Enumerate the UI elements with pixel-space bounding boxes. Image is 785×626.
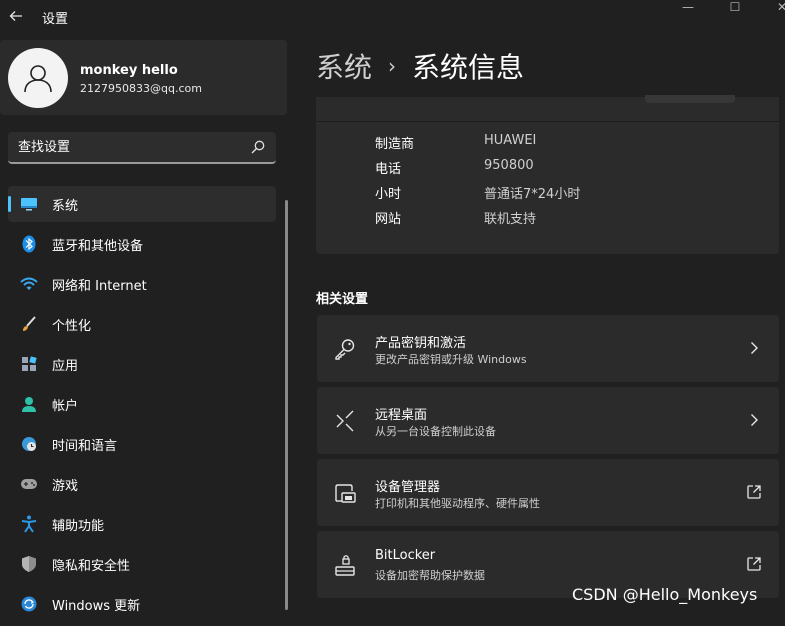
update-icon (20, 595, 38, 613)
avatar[interactable] (8, 48, 68, 108)
bluetooth-icon (20, 235, 38, 253)
external-link-icon[interactable] (745, 483, 763, 501)
sidebar-item-label: 时间和语言 (52, 439, 118, 454)
sidebar-item-label: 蓝牙和其他设备 (52, 239, 144, 254)
card-title: 产品密钥和激活 (375, 336, 467, 351)
system-icon (20, 195, 38, 213)
support-info-card: 制造商 HUAWEI 电话 950800 小时 普通话7*24小时 网站 联机支… (316, 95, 779, 254)
info-key: 小时 (375, 187, 402, 202)
title-bar: 设置 — ☐ ✕ (0, 0, 785, 32)
maximize-button[interactable]: ☐ (711, 0, 759, 16)
sidebar-nav: 系统 蓝牙和其他设备 网络和 Internet 个性化 应用 帐户 时间和语言 … (8, 186, 276, 626)
brush-icon (20, 315, 38, 333)
back-button[interactable] (4, 4, 28, 28)
sidebar-item-time-language[interactable]: 时间和语言 (8, 426, 276, 462)
product-key-card[interactable]: 产品密钥和激活 更改产品密钥或升级 Windows (317, 315, 779, 382)
sidebar-item-label: 游戏 (52, 479, 79, 494)
sidebar-item-label: 系统 (52, 199, 79, 214)
sidebar-item-apps[interactable]: 应用 (8, 346, 276, 382)
sidebar-item-label: 帐户 (52, 399, 79, 414)
info-value: HUAWEI (484, 133, 537, 148)
remote-desktop-icon (336, 410, 354, 432)
chevron-right-icon[interactable] (745, 411, 763, 429)
breadcrumb-parent[interactable]: 系统 (316, 46, 372, 86)
sidebar-item-windows-update[interactable]: Windows 更新 (8, 586, 276, 622)
card-title: 设备管理器 (375, 480, 441, 495)
divider (316, 121, 779, 122)
globe-clock-icon (20, 435, 38, 453)
key-icon (335, 339, 355, 360)
remote-desktop-card[interactable]: 远程桌面 从另一台设备控制此设备 (317, 387, 779, 454)
sidebar-scrollbar[interactable] (285, 200, 288, 610)
lock-drive-icon (335, 555, 355, 576)
minimize-button[interactable]: — (664, 0, 712, 16)
sidebar-item-privacy[interactable]: 隐私和安全性 (8, 546, 276, 582)
sidebar-item-label: 隐私和安全性 (52, 559, 131, 574)
info-key: 制造商 (375, 137, 415, 152)
accessibility-icon (20, 515, 38, 533)
chevron-right-icon[interactable] (745, 339, 763, 357)
user-icon (24, 65, 52, 93)
sidebar-item-label: 辅助功能 (52, 519, 105, 534)
support-website-link[interactable]: 联机支持 (484, 208, 536, 227)
device-manager-card[interactable]: 设备管理器 打印机和其他驱动程序、硬件属性 (317, 459, 779, 526)
sidebar-item-label: 个性化 (52, 319, 92, 334)
card-subtitle: 更改产品密钥或升级 Windows (375, 353, 527, 366)
sidebar-item-accessibility[interactable]: 辅助功能 (8, 506, 276, 542)
card-title: 远程桌面 (375, 408, 428, 423)
watermark: CSDN @Hello_Monkeys (572, 585, 758, 604)
sidebar-item-system[interactable]: 系统 (8, 186, 276, 222)
related-settings-heading: 相关设置 (316, 292, 369, 307)
breadcrumb: 系统 › 系统信息 (316, 46, 524, 86)
search-input[interactable] (8, 132, 238, 162)
info-value: 950800 (484, 158, 534, 173)
card-subtitle: 从另一台设备控制此设备 (375, 425, 496, 438)
account-icon (20, 395, 38, 413)
sidebar-item-accounts[interactable]: 帐户 (8, 386, 276, 422)
card-title: BitLocker (375, 548, 436, 563)
shield-icon (20, 555, 38, 573)
sidebar-item-label: 网络和 Internet (52, 279, 147, 294)
device-manager-icon (335, 484, 356, 503)
page-title: 系统信息 (412, 51, 525, 84)
profile-card[interactable]: monkey hello 2127950833@qq.com (0, 40, 287, 115)
info-value: 普通话7*24小时 (484, 187, 581, 202)
user-name: monkey hello (80, 63, 178, 78)
sidebar-item-label: Windows 更新 (52, 599, 141, 614)
apps-icon (20, 355, 38, 373)
user-email: 2127950833@qq.com (80, 82, 202, 95)
app-title: 设置 (42, 12, 69, 27)
info-key: 网站 (375, 212, 402, 227)
sidebar-item-label: 应用 (52, 359, 79, 374)
info-key: 电话 (375, 162, 402, 177)
sidebar-item-network[interactable]: 网络和 Internet (8, 266, 276, 302)
breadcrumb-separator: › (388, 54, 397, 78)
search-icon[interactable] (250, 139, 266, 155)
arrow-left-icon (9, 11, 22, 21)
external-link-icon[interactable] (745, 555, 763, 573)
search-box[interactable] (8, 132, 276, 164)
card-subtitle: 打印机和其他驱动程序、硬件属性 (375, 497, 540, 510)
card-subtitle: 设备加密帮助保护数据 (375, 569, 485, 582)
close-button[interactable]: ✕ (758, 0, 785, 16)
wifi-icon (20, 275, 38, 293)
copy-button[interactable] (645, 95, 735, 103)
sidebar-item-gaming[interactable]: 游戏 (8, 466, 276, 502)
sidebar-item-bluetooth[interactable]: 蓝牙和其他设备 (8, 226, 276, 262)
gamepad-icon (20, 475, 38, 493)
sidebar-item-personalization[interactable]: 个性化 (8, 306, 276, 342)
